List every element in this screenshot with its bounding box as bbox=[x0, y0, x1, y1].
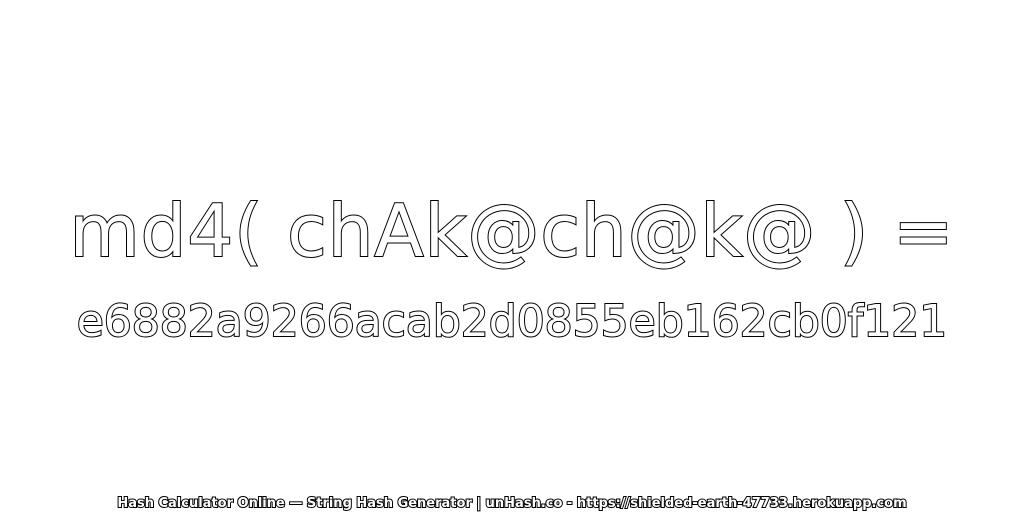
hash-result-image: md4( chAk@ch@k@ ) = e6882a9266acab2d0855… bbox=[0, 0, 1024, 512]
hash-value: e6882a9266acab2d0855eb162cb0f121 bbox=[76, 295, 949, 348]
footer-caption: Hash Calculator Online — String Hash Gen… bbox=[116, 495, 907, 512]
hash-expression: md4( chAk@ch@k@ ) = bbox=[69, 188, 955, 274]
